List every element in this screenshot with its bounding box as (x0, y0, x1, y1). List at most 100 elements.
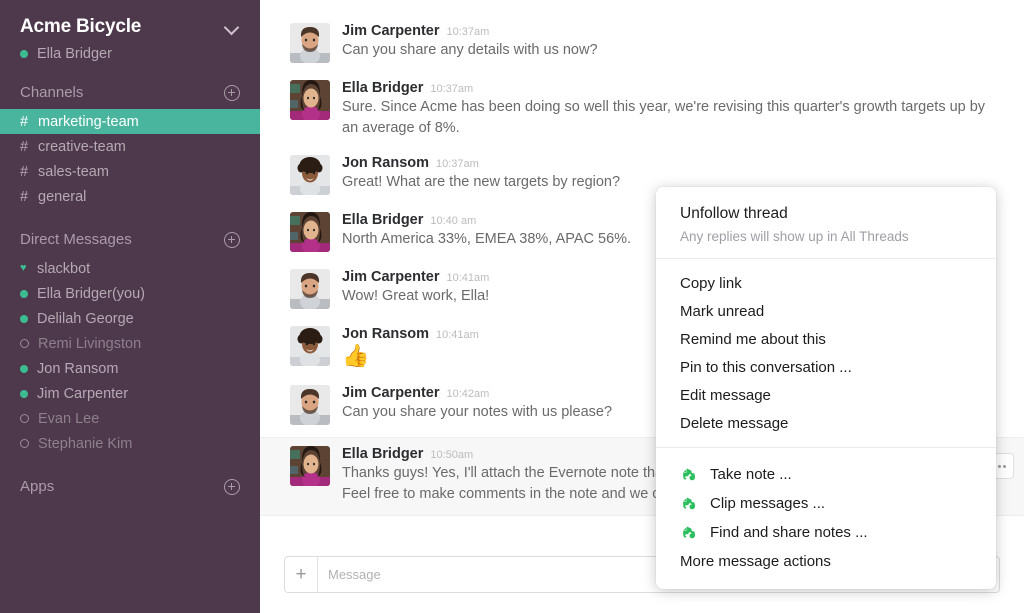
dm-label: Jim Carpenter (37, 385, 129, 402)
ellipsis-icon (997, 464, 1001, 468)
ella-bridger-avatar (290, 212, 330, 253)
dm-label: Ella Bridger(you) (37, 285, 145, 302)
context-menu-integrations-section: Take note ... Clip messages ... Find and… (656, 447, 996, 589)
chevron-down-icon[interactable] (224, 19, 240, 35)
add-direct-message-icon[interactable] (224, 231, 240, 248)
apps-section-title: Apps (20, 478, 55, 495)
presence-away-icon (20, 414, 29, 423)
presence-online-icon (20, 364, 28, 373)
message-context-menu: Unfollow thread Any replies will show up… (656, 187, 996, 589)
menu-item-label: Edit message (680, 386, 771, 404)
menu-item-label: Mark unread (680, 302, 765, 320)
menu-item-delete-message[interactable]: Delete message (656, 409, 996, 437)
sidebar-item-stephanie-kim[interactable]: Stephanie Kim (0, 431, 260, 456)
presence-online-icon (20, 389, 28, 398)
channels-section-header: Channels (0, 62, 260, 109)
sidebar-item-remi-livingston[interactable]: Remi Livingston (0, 331, 260, 356)
channel-label: marketing-team (38, 113, 139, 130)
dm-label: Jon Ransom (37, 360, 119, 377)
hash-icon: # (20, 163, 29, 180)
jim-carpenter-avatar (290, 23, 330, 63)
context-menu-primary-section: Unfollow thread Any replies will show up… (656, 187, 996, 258)
message-timestamp: 10:42am (446, 388, 490, 401)
menu-item-more-message-actions[interactable]: More message actions (656, 547, 996, 575)
hash-icon: # (20, 188, 29, 205)
sidebar-item-jim-carpenter[interactable]: Jim Carpenter (0, 381, 260, 406)
jon-ransom-avatar (290, 326, 330, 367)
message-header: Ella Bridger 10:37am (342, 80, 994, 96)
message-row[interactable]: Ella Bridger 10:37am Sure. Since Acme ha… (260, 75, 1024, 143)
sidebar-item-marketing-team[interactable]: # marketing-team (0, 109, 260, 134)
presence-online-icon (20, 50, 28, 58)
add-channel-icon[interactable] (224, 84, 240, 101)
evernote-icon (680, 524, 698, 542)
menu-item-pin-to-this-conversation[interactable]: Pin to this conversation ... (656, 353, 996, 381)
channel-label: creative-team (38, 138, 126, 155)
presence-online-icon (20, 289, 28, 298)
team-name: Acme Bicycle (20, 16, 142, 37)
message-text: Can you share any details with us now? (342, 42, 598, 58)
message-text: Sure. Since Acme has been doing so well … (342, 99, 986, 136)
channels-section-title: Channels (20, 84, 84, 101)
unfollow-thread-item[interactable]: Unfollow thread Any replies will show up… (656, 205, 996, 244)
menu-item-edit-message[interactable]: Edit message (656, 381, 996, 409)
message-timestamp: 10:41am (446, 272, 490, 285)
sidebar-item-jon-ransom[interactable]: Jon Ransom (0, 356, 260, 381)
sidebar-item-evan-lee[interactable]: Evan Lee (0, 406, 260, 431)
hash-icon: # (20, 138, 29, 155)
menu-item-clip-messages[interactable]: Clip messages ... (656, 489, 996, 518)
menu-item-label: Clip messages ... (710, 495, 826, 512)
message-timestamp: 10:37am (430, 83, 474, 95)
sidebar: Acme Bicycle Ella Bridger Channels # mar… (0, 0, 260, 613)
menu-item-copy-link[interactable]: Copy link (656, 269, 996, 297)
message-author: Jim Carpenter (342, 269, 440, 286)
menu-item-label: Pin to this conversation ... (680, 358, 852, 376)
sidebar-item-sales-team[interactable]: # sales-team (0, 159, 260, 184)
direct-messages-section-header: Direct Messages (0, 209, 260, 256)
menu-item-take-note[interactable]: Take note ... (656, 460, 996, 489)
menu-item-label: Remind me about this (680, 330, 826, 348)
menu-item-label: Delete message (680, 414, 789, 432)
message-author: Jon Ransom (342, 326, 430, 343)
message-timestamp: 10:37am (446, 26, 490, 38)
menu-item-find-and-share-notes[interactable]: Find and share notes ... (656, 518, 996, 547)
dm-label: slackbot (37, 260, 91, 277)
menu-item-remind-me-about-this[interactable]: Remind me about this (656, 325, 996, 353)
add-app-icon[interactable] (224, 478, 240, 495)
sidebar-item-ella-bridger[interactable]: Ella Bridger(you) (0, 281, 260, 306)
evernote-icon (680, 495, 698, 513)
message-header: Jon Ransom 10:37am (342, 155, 994, 171)
ellipsis-icon (1002, 464, 1006, 468)
message-author: Jim Carpenter (342, 385, 440, 402)
sidebar-item-creative-team[interactable]: # creative-team (0, 134, 260, 159)
message-timestamp: 10:50am (430, 449, 474, 462)
ella-bridger-avatar (290, 446, 330, 487)
unfollow-thread-description: Any replies will show up in All Threads (680, 229, 909, 244)
dm-label: Stephanie Kim (38, 435, 133, 452)
message-timestamp: 10:41am (436, 329, 479, 342)
channel-label: general (38, 188, 87, 205)
presence-away-icon (20, 439, 29, 448)
jon-ransom-avatar (290, 155, 330, 196)
jim-carpenter-avatar (290, 385, 330, 426)
dm-label: Remi Livingston (38, 335, 142, 352)
apps-section-header: Apps (0, 456, 260, 503)
add-attachment-icon[interactable]: + (285, 557, 318, 592)
hash-icon: # (20, 113, 29, 130)
menu-item-mark-unread[interactable]: Mark unread (656, 297, 996, 325)
sidebar-item-general[interactable]: # general (0, 184, 260, 209)
presence-online-icon (20, 314, 28, 323)
slack-app-window: Acme Bicycle Ella Bridger Channels # mar… (0, 0, 1024, 613)
dm-label: Evan Lee (38, 410, 100, 427)
dm-label: Delilah George (37, 310, 134, 327)
message-row[interactable]: Jim Carpenter 10:37am Can you share any … (260, 18, 1024, 68)
sidebar-item-slackbot[interactable]: ♥ slackbot (0, 256, 260, 281)
context-menu-actions-section: Copy link Mark unread Remind me about th… (656, 258, 996, 447)
presence-away-icon (20, 339, 29, 348)
current-user-row[interactable]: Ella Bridger (0, 38, 260, 62)
team-header[interactable]: Acme Bicycle (0, 14, 260, 38)
sidebar-item-delilah-george[interactable]: Delilah George (0, 306, 260, 331)
current-user-name: Ella Bridger (37, 46, 112, 62)
unfollow-thread-label: Unfollow thread (680, 205, 788, 222)
menu-item-label: Copy link (680, 274, 742, 292)
